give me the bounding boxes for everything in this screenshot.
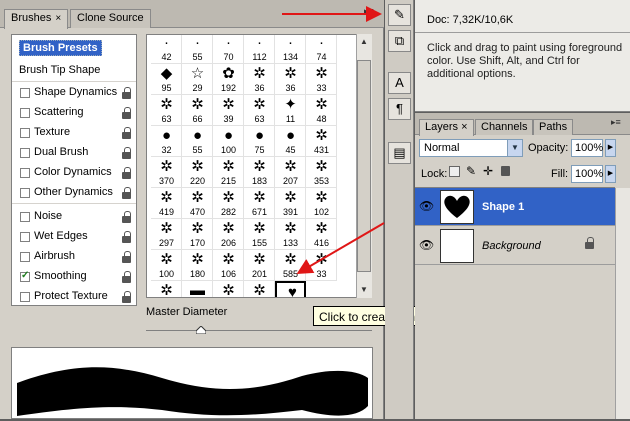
- annotation-arrows: [282, 6, 385, 275]
- arrow-to-new-brush: [296, 222, 385, 275]
